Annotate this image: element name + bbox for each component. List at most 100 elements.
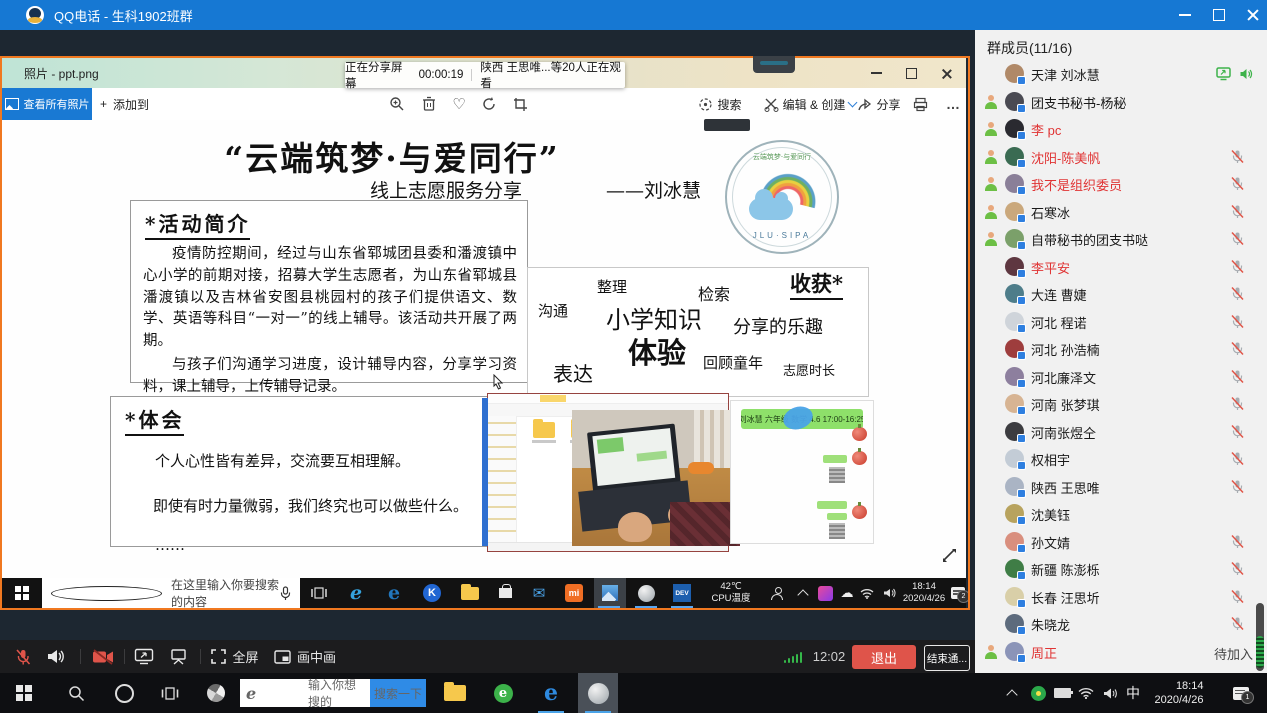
- online-person-icon: [984, 232, 998, 246]
- dev-app-icon[interactable]: DEV: [666, 578, 698, 608]
- share-control-handle-small[interactable]: [704, 119, 750, 131]
- restore-icon[interactable]: [1213, 9, 1225, 21]
- member-row[interactable]: 天津 刘冰慧: [975, 60, 1267, 88]
- share-screen-button[interactable]: [128, 640, 160, 673]
- explorer-titlebar: [488, 394, 728, 404]
- member-row[interactable]: 河北廉泽文: [975, 363, 1267, 391]
- member-row[interactable]: 沈美钰: [975, 500, 1267, 528]
- mic-muted-button[interactable]: [8, 640, 38, 673]
- volume-icon[interactable]: [878, 578, 900, 608]
- member-row[interactable]: 孙文婧: [975, 528, 1267, 556]
- member-row[interactable]: 我不是组织委员: [975, 170, 1267, 198]
- wifi-icon[interactable]: [856, 578, 878, 608]
- mi-app-icon[interactable]: mi: [558, 578, 590, 608]
- store-icon[interactable]: [490, 578, 520, 608]
- end-call-button[interactable]: 结束通...: [924, 645, 970, 671]
- member-row[interactable]: 自带秘书的团支书哒: [975, 225, 1267, 253]
- notification-icon[interactable]: 1: [1226, 673, 1256, 713]
- speaker-button[interactable]: [40, 640, 70, 673]
- photos-app-icon-active[interactable]: [594, 578, 626, 608]
- member-row[interactable]: 权相宇: [975, 445, 1267, 473]
- photo-search-button[interactable]: 搜索: [692, 88, 748, 120]
- clock-widget[interactable]: 18:142020/4/26: [1146, 673, 1212, 713]
- member-row[interactable]: 河北 孙浩楠: [975, 335, 1267, 363]
- resize-diagonal-icon[interactable]: [940, 546, 958, 568]
- task-view-button[interactable]: [150, 673, 190, 713]
- member-row[interactable]: 李 pc: [975, 115, 1267, 143]
- exit-button[interactable]: 退出: [852, 645, 916, 669]
- favorite-heart-icon[interactable]: ♡: [446, 88, 472, 120]
- member-row[interactable]: 河南张煜仝: [975, 418, 1267, 446]
- pink-tray-icon[interactable]: [814, 578, 836, 608]
- active-app-icon[interactable]: [578, 673, 618, 713]
- photo-restore-icon[interactable]: [906, 68, 917, 79]
- silver-app-icon[interactable]: [630, 578, 662, 608]
- crop-icon[interactable]: [507, 88, 533, 120]
- mic-muted-icon: [1230, 589, 1245, 609]
- avatar: [1005, 642, 1024, 661]
- member-row[interactable]: 大连 曹婕: [975, 280, 1267, 308]
- start-button[interactable]: [2, 578, 42, 608]
- edge-icon[interactable]: e: [378, 578, 410, 608]
- member-row[interactable]: 河北 程诺: [975, 308, 1267, 336]
- people-icon[interactable]: [764, 578, 790, 608]
- member-row[interactable]: 周正待加入: [975, 638, 1267, 666]
- edge-icon[interactable]: e: [532, 673, 570, 713]
- photo-share-button[interactable]: 分享: [850, 88, 908, 120]
- shared-taskbar: 在这里输入你要搜索的内容 e e K ✉ mi DEV 42℃CPU温度 ☁ 1…: [2, 578, 966, 608]
- member-row[interactable]: 团支书秘书-杨秘: [975, 88, 1267, 116]
- online-person-icon: [984, 95, 998, 109]
- browser-360-icon[interactable]: e: [484, 673, 522, 713]
- member-row[interactable]: 朱晓龙: [975, 610, 1267, 638]
- member-row[interactable]: 李平安: [975, 253, 1267, 281]
- battery-icon[interactable]: [1050, 673, 1074, 713]
- member-row[interactable]: 石寒冰: [975, 198, 1267, 226]
- member-row[interactable]: 长春 汪思圻: [975, 583, 1267, 611]
- print-icon[interactable]: [907, 88, 933, 120]
- view-all-photos-button[interactable]: 查看所有照片: [2, 88, 92, 120]
- ie-search-box[interactable]: e 输入你想搜的 搜索一下: [240, 679, 426, 707]
- antivirus-tray-icon[interactable]: [1026, 673, 1050, 713]
- tray-chevron-icon[interactable]: [792, 578, 814, 608]
- volume-icon[interactable]: [1098, 673, 1122, 713]
- wifi-icon[interactable]: [1074, 673, 1098, 713]
- photo-minimize-icon[interactable]: [871, 72, 882, 74]
- cortana-icon[interactable]: [104, 673, 144, 713]
- zoom-icon[interactable]: [384, 88, 410, 120]
- camera-muted-button[interactable]: [86, 640, 120, 673]
- online-person-icon: [984, 645, 998, 659]
- ime-indicator[interactable]: 中: [1120, 673, 1146, 713]
- task-view-button[interactable]: [304, 578, 334, 608]
- pip-button[interactable]: 画中画: [268, 640, 342, 673]
- taskbar-search-input[interactable]: 在这里输入你要搜索的内容: [42, 578, 300, 608]
- photo-close-icon[interactable]: [941, 68, 952, 79]
- minimize-icon[interactable]: [1179, 14, 1191, 16]
- tray-chevron-icon[interactable]: [1000, 673, 1024, 713]
- whiteboard-button[interactable]: [162, 640, 194, 673]
- wordcloud-word: 体验: [628, 330, 686, 372]
- clock-widget[interactable]: 18:142020/4/26: [900, 578, 948, 608]
- notification-icon[interactable]: 2: [948, 578, 968, 608]
- close-icon[interactable]: [1247, 9, 1259, 21]
- file-explorer-icon[interactable]: [436, 673, 474, 713]
- member-row[interactable]: 河南 张梦琪: [975, 390, 1267, 418]
- member-row[interactable]: 陕西 王思唯: [975, 473, 1267, 501]
- share-control-handle[interactable]: [753, 56, 795, 73]
- fullscreen-button[interactable]: 全屏: [206, 640, 264, 673]
- add-to-button[interactable]: + 添加到: [100, 88, 149, 120]
- cpu-temp-widget[interactable]: 42℃CPU温度: [702, 578, 760, 608]
- more-icon[interactable]: …: [940, 88, 966, 120]
- search-go-button[interactable]: 搜索一下: [370, 679, 426, 707]
- mail-icon[interactable]: ✉: [524, 578, 554, 608]
- pinwheel-app-icon[interactable]: [196, 673, 236, 713]
- ie-icon[interactable]: e: [340, 578, 372, 608]
- cloud-tray-icon[interactable]: ☁: [836, 578, 858, 608]
- start-button[interactable]: [0, 673, 48, 713]
- delete-icon[interactable]: [416, 88, 442, 120]
- file-explorer-icon[interactable]: [454, 578, 486, 608]
- member-row[interactable]: 沈阳-陈美帆: [975, 143, 1267, 171]
- k-app-icon[interactable]: K: [416, 578, 448, 608]
- member-row[interactable]: 新疆 陈澎栎: [975, 555, 1267, 583]
- search-icon[interactable]: [56, 673, 96, 713]
- rotate-icon[interactable]: [476, 88, 502, 120]
